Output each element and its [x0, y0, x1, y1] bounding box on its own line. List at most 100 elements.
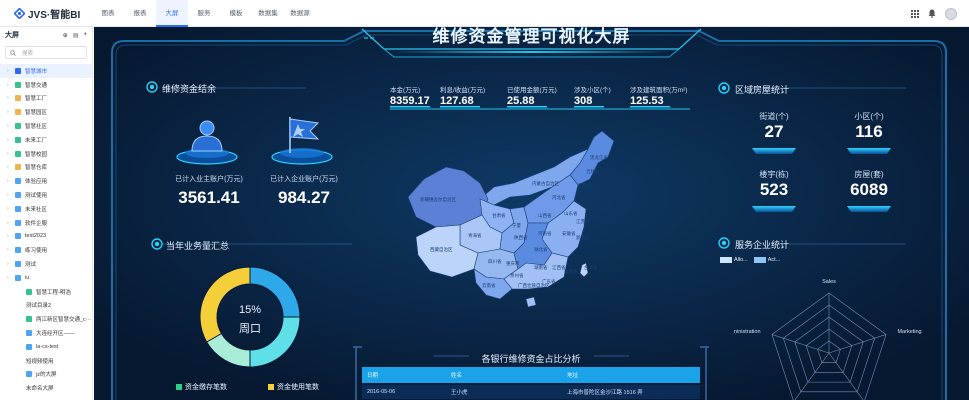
sidebar-item-label: 两江新区智慧交通_c··· [36, 317, 92, 324]
chevron-right-icon[interactable]: › [7, 275, 15, 281]
sidebar-item[interactable]: 未命名大屏 [0, 381, 92, 395]
bell-icon[interactable] [928, 9, 936, 18]
sidebar-item[interactable]: jz的大屏 [0, 368, 92, 382]
col-date[interactable]: 日期 [362, 371, 446, 379]
sidebar-item[interactable]: › 智慧校园 [0, 147, 92, 161]
sidebar-item[interactable]: 短视频使用 [0, 354, 92, 368]
sidebar-item[interactable]: › 智慧工厂 [0, 92, 92, 106]
kpi-value: 308 [574, 95, 593, 107]
nav-dataset[interactable]: 数据集 [252, 0, 284, 27]
sidebar-item[interactable]: › 智慧仓库 [0, 161, 92, 175]
sidebar-item[interactable]: 测试目录2 [0, 299, 92, 313]
radar-axis [828, 352, 864, 400]
region-stat-label: 小区(个) [854, 112, 884, 121]
chevron-right-icon[interactable]: › [7, 261, 15, 267]
app-window: JVS·智能BI 图表 报表 大屏 服务 模板 数据集 数据源 大屏 ⊕ ▤ +… [0, 0, 969, 400]
chevron-right-icon[interactable]: › [7, 247, 15, 253]
stat-pedestal [847, 206, 891, 212]
sidebar-item[interactable]: › 练习使用 [0, 243, 92, 257]
kpi-label: 已使用金额(万元) [507, 87, 557, 94]
business-donut-chart[interactable] [194, 261, 306, 373]
sidebar-item[interactable]: › 智慧社区 [0, 119, 92, 133]
dashboard-canvas: 维修资金管理可视化大屏 维修资金结余 当年业务量汇总 区域房屋统计 服务企业统计… [94, 27, 969, 400]
folder-icon [15, 164, 21, 171]
sidebar-item[interactable]: › 智慧园区 [0, 105, 92, 119]
radar-legend-item[interactable]: Allo... [720, 257, 748, 263]
table-row[interactable]: 2016-05-06 王小虎 上海市普陀区金沙江路 1516 弄 [362, 385, 700, 399]
nav-report[interactable]: 报表 [124, 0, 156, 27]
sidebar-item-label: 未来工厂 [25, 137, 48, 144]
chevron-right-icon[interactable]: › [7, 151, 15, 157]
folder-icon [15, 95, 21, 102]
sidebar-item[interactable]: 两江新区智慧交通_c··· [0, 312, 92, 326]
chevron-right-icon[interactable]: › [7, 82, 15, 88]
sidebar-item-label: test2023 [25, 233, 47, 240]
logo-text: JVS·智能BI [28, 9, 81, 21]
sidebar-item[interactable]: › 体验应用 [0, 174, 92, 188]
sidebar-item-label: 体验应用 [25, 179, 48, 186]
china-map[interactable]: 黑龙江省吉林省辽宁省 内蒙古自治区新疆维吾尔自治区甘肃省宁夏青海省西藏自治区四川省… [402, 127, 622, 327]
nav-service[interactable]: 服务 [188, 0, 220, 27]
sidebar-item[interactable]: › iu [0, 271, 92, 285]
chevron-right-icon[interactable]: › [7, 68, 15, 74]
chevron-right-icon[interactable]: › [7, 164, 15, 170]
user-avatar[interactable] [945, 7, 957, 20]
col-name[interactable]: 姓名 [446, 371, 562, 379]
radar-legend: Allo... Act... [720, 257, 780, 263]
cell-name: 王小虎 [451, 390, 468, 396]
radar-legend-item[interactable]: Act... [753, 257, 781, 263]
kpi-value: 127.68 [440, 95, 474, 107]
personal-account-value: 3561.41 [178, 188, 240, 207]
app-logo[interactable]: JVS·智能BI [0, 6, 92, 21]
chevron-right-icon[interactable]: › [7, 95, 15, 101]
chevron-right-icon[interactable]: › [7, 220, 15, 226]
sidebar-item[interactable]: › 未来工厂 [0, 133, 92, 147]
sidebar-item-label: 软件企服 [25, 220, 48, 227]
sidebar-item[interactable]: › 智慧城市 [0, 64, 92, 78]
donut-center-value: 15% [238, 304, 262, 316]
kpi-label: 利息/收益(万元) [440, 87, 486, 94]
nav-datasource[interactable]: 数据源 [284, 0, 316, 27]
sidebar-item[interactable]: 大连经开区—— [0, 326, 92, 340]
map-province-label: 广东省 [542, 278, 556, 285]
legend-label: Act... [767, 257, 781, 263]
sidebar-item[interactable]: › 测试使用 [0, 188, 92, 202]
legend-label: 资金缴存笔数 [185, 384, 227, 391]
sidebar-item[interactable]: 智慧工程-明浩 [0, 285, 92, 299]
chevron-right-icon[interactable]: › [7, 233, 15, 239]
apps-grid-icon[interactable] [911, 9, 919, 18]
sidebar-item[interactable]: › 软件企服 [0, 216, 92, 230]
cell-date: 2016-05-06 [367, 389, 396, 395]
sidebar-item[interactable]: › 测试 [0, 257, 92, 271]
nav-template[interactable]: 模板 [220, 0, 252, 27]
pin-icon[interactable]: ⊕ [63, 32, 68, 39]
service-radar-chart[interactable]: SalesMarketingDevelopmentTechnologyAdmin… [734, 255, 934, 400]
map-province-label: 西藏自治区 [430, 246, 453, 253]
grid-view-icon[interactable]: ▤ [73, 32, 79, 39]
sidebar-item[interactable]: la-cs-test [0, 340, 92, 354]
logo-icon [14, 7, 25, 19]
chevron-right-icon[interactable]: › [7, 123, 15, 129]
sidebar-tools: ⊕ ▤ + [63, 32, 87, 39]
sidebar-search-input[interactable]: 搜索 [5, 46, 87, 59]
map-province-label: 青海省 [468, 232, 482, 239]
nav-screen[interactable]: 大屏 [156, 0, 188, 27]
sidebar-item[interactable]: › 未来社区 [0, 202, 92, 216]
chevron-right-icon[interactable]: › [7, 109, 15, 115]
chevron-right-icon[interactable]: › [7, 178, 15, 184]
nav-chart[interactable]: 图表 [92, 0, 124, 27]
folder-icon [26, 288, 32, 295]
col-address[interactable]: 地址 [562, 371, 700, 379]
add-icon[interactable]: + [83, 32, 87, 39]
fund-section-icon [146, 81, 158, 93]
enterprise-account-label: 已计入企业账户(万元) [270, 176, 338, 183]
sidebar-item-label: 测试使用 [25, 193, 48, 200]
chevron-right-icon[interactable]: › [7, 206, 15, 212]
sidebar-item-label: 测试 [25, 262, 37, 269]
radar-axis-label: Marketing [897, 329, 921, 335]
folder-icon [15, 192, 21, 199]
sidebar-item[interactable]: › test2023 [0, 230, 92, 244]
sidebar-item[interactable]: › 智慧交通 [0, 78, 92, 92]
chevron-right-icon[interactable]: › [7, 192, 15, 198]
chevron-right-icon[interactable]: › [7, 137, 15, 143]
